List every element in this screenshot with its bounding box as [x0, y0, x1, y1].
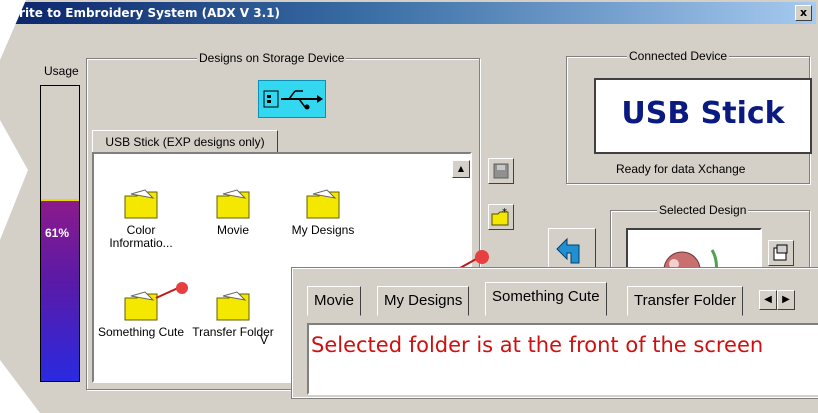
usage-level-line [41, 199, 79, 202]
device-name: USB Stick [621, 96, 785, 131]
callout-tab[interactable]: My Designs [377, 286, 470, 316]
usb-device-button[interactable] [258, 80, 326, 118]
callout-message-box: Selected folder is at the front of the s… [307, 323, 818, 395]
svg-text:*: * [502, 207, 507, 218]
folder-name: V [260, 333, 269, 347]
folder-name: My Designs [291, 223, 355, 237]
folder-name: Movie [216, 223, 249, 237]
folder-name: Color Informatio... [109, 223, 173, 250]
callout-message: Selected folder is at the front of the s… [311, 333, 764, 357]
callout-tab[interactable]: Movie [307, 286, 362, 316]
scroll-up-icon: ▲ [457, 164, 465, 173]
write-back-button[interactable] [548, 228, 596, 270]
scroll-up-button[interactable]: ▲ [452, 160, 470, 178]
device-group-title: Connected Device [627, 49, 730, 63]
folder-icon [306, 189, 340, 219]
folder-icon [124, 189, 158, 219]
folder-item[interactable]: My Designs [278, 188, 368, 237]
selected-design-title: Selected Design [657, 203, 749, 217]
disk-button[interactable] [488, 158, 514, 184]
usage-percent: 61% [45, 226, 70, 240]
callout-tab-active[interactable]: Something Cute [485, 282, 607, 316]
back-arrow-icon [556, 237, 580, 264]
design-properties-button[interactable] [768, 240, 794, 266]
folder-item[interactable]: Transfer Folder [188, 290, 278, 339]
scroll-left-button[interactable]: ◀ [759, 290, 777, 310]
usage-label: Usage [44, 64, 79, 78]
folder-icon [216, 291, 250, 321]
scroll-right-icon: ▶ [782, 294, 790, 305]
folder-item[interactable]: V [260, 334, 280, 347]
usage-bar: 61% [40, 85, 80, 382]
new-folder-icon: * [491, 207, 509, 226]
device-status: Ready for data Xchange [616, 162, 746, 176]
disk-icon [493, 163, 509, 179]
folder-tabs-callout: Movie My Designs Something Cute Transfer… [292, 268, 818, 398]
pin-icon [155, 282, 188, 299]
storage-group-title: Designs on Storage Device [197, 51, 347, 65]
properties-icon [773, 244, 788, 261]
folder-item[interactable]: Movie [188, 188, 278, 237]
folder-item[interactable]: Color Informatio... [96, 188, 186, 250]
tab-usb-stick[interactable]: USB Stick (EXP designs only) [92, 130, 278, 154]
close-button[interactable]: x [795, 5, 812, 21]
scroll-right-button[interactable]: ▶ [777, 290, 795, 310]
device-display: USB Stick [594, 78, 812, 154]
title-bar: Write to Embroidery System (ADX V 3.1) x [2, 2, 816, 24]
scroll-left-icon: ◀ [764, 294, 772, 305]
embroidery-window: Write to Embroidery System (ADX V 3.1) x… [0, 0, 818, 413]
usb-icon [263, 90, 323, 110]
callout-tab[interactable]: Transfer Folder [627, 286, 743, 316]
new-folder-button[interactable]: * [488, 204, 514, 230]
window-title: Write to Embroidery System (ADX V 3.1) [6, 6, 281, 20]
folder-icon [216, 189, 250, 219]
folder-name: Something Cute [97, 325, 185, 339]
